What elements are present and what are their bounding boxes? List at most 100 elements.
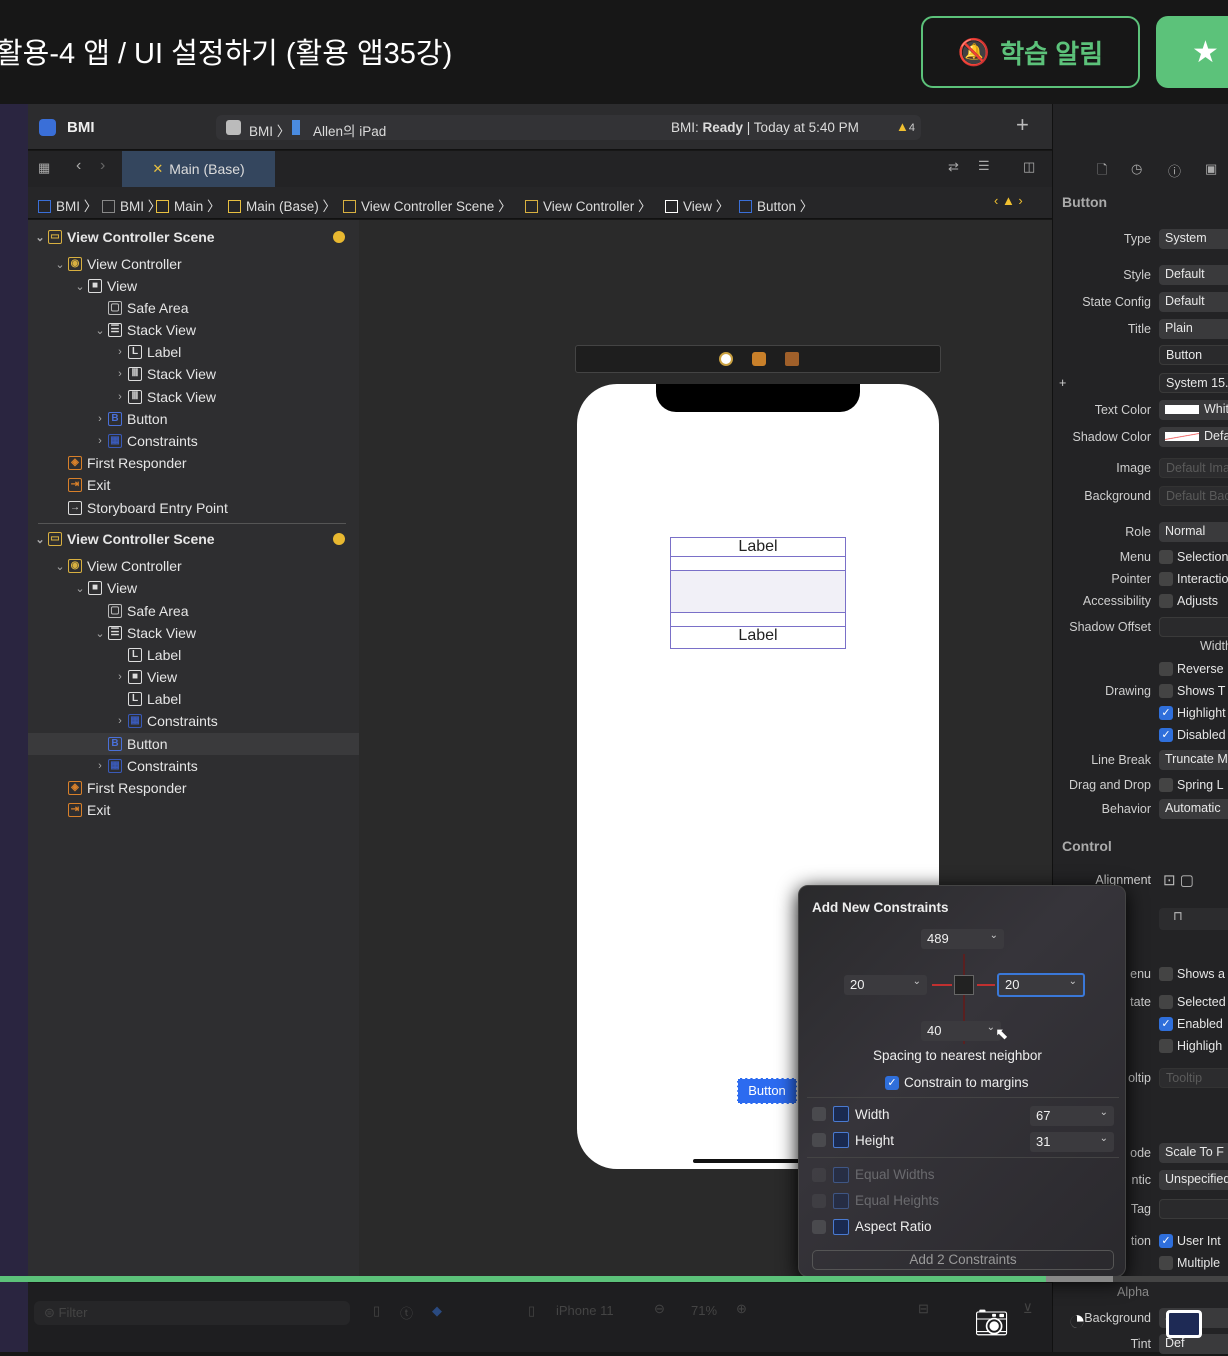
inspector-popup[interactable]: Default — [1159, 265, 1228, 285]
label-bottom[interactable]: Label — [671, 627, 845, 646]
chevron-right-icon[interactable]: › — [92, 435, 108, 447]
trailing-strut[interactable] — [977, 984, 995, 986]
inspector-color-popup[interactable]: White — [1159, 400, 1228, 420]
outline-item[interactable]: › Ⅲ Stack View — [28, 363, 359, 385]
inspector-popup[interactable]: Default — [1159, 292, 1228, 312]
inspector-checkbox[interactable] — [1159, 995, 1173, 1009]
device-selector[interactable]: Allen의 iPad — [313, 120, 386, 140]
jump-item[interactable]: Button 〉 — [739, 195, 813, 215]
help-icon[interactable]: ⓘ — [1168, 161, 1181, 180]
height-field[interactable]: 31 ⌄ — [1030, 1132, 1114, 1152]
toggle-outline-icon[interactable]: ▯ — [373, 1303, 380, 1319]
chevron-right-icon[interactable]: › — [92, 760, 108, 772]
inspector-popup[interactable]: System — [1159, 229, 1228, 249]
inspector-field[interactable]: Button — [1159, 345, 1228, 365]
jump-item[interactable]: Main 〉 — [156, 195, 221, 215]
swap-icon[interactable]: ⇄ — [948, 159, 959, 175]
outline-item[interactable]: › B Button — [28, 408, 359, 430]
outline-item[interactable]: ⌄ ▭ View Controller Scene — [28, 528, 359, 550]
chevron-right-icon[interactable]: › — [112, 346, 128, 358]
jump-item[interactable]: View Controller Scene 〉 — [343, 195, 512, 215]
chevron-right-icon[interactable]: › — [112, 671, 128, 683]
inspector-popup[interactable]: Plain — [1159, 319, 1228, 339]
lines-icon[interactable]: ☰ — [978, 158, 990, 174]
forward-icon[interactable]: › — [100, 157, 105, 175]
chevron-down-icon[interactable]: ⌄ — [92, 324, 108, 337]
width-field[interactable]: 67 ⌄ — [1030, 1106, 1114, 1126]
file-inspector-icon[interactable]: 🗋 — [1097, 161, 1107, 183]
outline-item[interactable]: ⌄ ■ View — [28, 275, 359, 297]
inspector-checkbox[interactable]: ✓ — [1159, 1017, 1173, 1031]
first-responder-icon[interactable] — [752, 352, 766, 366]
alignment-vertical-icon[interactable]: ⊓ — [1159, 908, 1228, 930]
outline-item[interactable]: ⌄ ▭ View Controller Scene — [28, 226, 359, 248]
filter-input[interactable]: ⊜ Filter — [34, 1301, 350, 1325]
variations-icon[interactable]: ◆ — [432, 1303, 442, 1319]
view-controller-icon[interactable] — [719, 352, 733, 366]
inspector-checkbox[interactable] — [1159, 967, 1173, 981]
jump-item[interactable]: BMI 〉 — [38, 195, 97, 215]
bottom-constraint-field[interactable]: 40 ⌄ — [921, 1021, 1001, 1041]
chevron-down-icon[interactable]: ⌄ — [32, 231, 48, 244]
outline-item[interactable]: ◈ First Responder — [28, 452, 359, 474]
chevron-down-icon[interactable]: ⌄ — [92, 627, 108, 640]
outline-item[interactable]: ◈ First Responder — [28, 777, 359, 799]
inspector-checkbox[interactable] — [1159, 1039, 1173, 1053]
outline-item[interactable]: → Storyboard Entry Point — [28, 497, 359, 519]
chevron-right-icon[interactable]: › — [112, 391, 128, 403]
chevron-down-icon[interactable]: ⌄ — [32, 533, 48, 546]
outline-item[interactable]: › ▦ Constraints — [28, 430, 359, 452]
camera-icon[interactable]: 📷︎ — [974, 1306, 1010, 1339]
chevron-down-icon[interactable]: ⌄ — [72, 280, 88, 293]
back-icon[interactable]: ‹ — [76, 157, 81, 175]
inspector-checkbox[interactable] — [1159, 572, 1173, 586]
outline-item[interactable]: ⌄ ☰ Stack View — [28, 622, 359, 644]
aspect-ratio-checkbox[interactable] — [812, 1220, 826, 1234]
inspector-popup[interactable]: Automatic — [1159, 799, 1228, 819]
outline-item[interactable]: ⌄ ■ View — [28, 577, 359, 599]
inspector-popup[interactable]: Truncate M — [1159, 750, 1228, 770]
constrain-margins-checkbox[interactable]: ✓ — [885, 1076, 899, 1090]
inspector-label[interactable]: + — [1059, 376, 1066, 390]
chevron-right-icon[interactable]: › — [92, 413, 108, 425]
add-constraints-button[interactable]: Add 2 Constraints — [812, 1250, 1114, 1270]
top-constraint-field[interactable]: 489 ⌄ — [921, 929, 1004, 949]
selected-button[interactable]: Button — [737, 1078, 797, 1104]
inspector-checkbox[interactable] — [1159, 662, 1173, 676]
warning-icon[interactable]: ▲4 — [896, 119, 915, 134]
inner-view[interactable] — [671, 571, 845, 613]
equal-heights-checkbox[interactable] — [812, 1194, 826, 1208]
inspector-popup[interactable]: Scale To F — [1159, 1143, 1228, 1163]
history-icon[interactable]: ◷ — [1131, 161, 1142, 177]
inspector-field[interactable]: System 15. — [1159, 373, 1228, 393]
outline-item[interactable]: ⌄ ◉ View Controller — [28, 253, 359, 275]
device-icon[interactable]: ▯ — [528, 1303, 535, 1319]
alignment-left-icon[interactable]: ⊡ ▢ — [1163, 871, 1194, 889]
outline-item[interactable]: › ▦ Constraints — [28, 755, 359, 777]
outline-item[interactable]: ⇥ Exit — [28, 799, 359, 821]
inspector-field[interactable] — [1159, 617, 1228, 637]
outline-item[interactable]: ⌄ ☰ Stack View — [28, 319, 359, 341]
chevron-down-icon[interactable]: ⌄ — [52, 258, 68, 271]
add-editor-icon[interactable]: ◫ — [1023, 159, 1035, 175]
inspector-checkbox[interactable]: ✓ — [1159, 706, 1173, 720]
inspector-checkbox[interactable] — [1159, 778, 1173, 792]
chevron-down-icon[interactable]: ⌄ — [72, 582, 88, 595]
grid-icon[interactable]: ▦ — [38, 160, 50, 176]
chevron-right-icon[interactable]: › — [112, 715, 128, 727]
inspector-popup[interactable]: Normal — [1159, 522, 1228, 542]
align-icon[interactable]: ⊟ — [918, 1301, 929, 1317]
label-top[interactable]: Label — [671, 538, 845, 557]
study-notification-button[interactable]: 🔕 학습 알림 — [921, 16, 1140, 88]
outline-item[interactable]: B Button — [28, 733, 359, 755]
scheme-selector[interactable]: BMI 〉 — [249, 120, 290, 140]
appearance-icon[interactable]: ⓣ — [400, 1303, 413, 1322]
jump-item[interactable]: View Controller 〉 — [525, 195, 652, 215]
outline-item[interactable]: › L Label — [28, 341, 359, 363]
stack-view[interactable]: Label Label — [670, 537, 846, 649]
zoom-out-icon[interactable]: ⊖ — [654, 1301, 665, 1317]
add-icon[interactable]: + — [1016, 112, 1029, 138]
outline-item[interactable]: ▢ Safe Area — [28, 297, 359, 319]
chevron-right-icon[interactable]: › — [112, 368, 128, 380]
exit-icon[interactable] — [785, 352, 799, 366]
